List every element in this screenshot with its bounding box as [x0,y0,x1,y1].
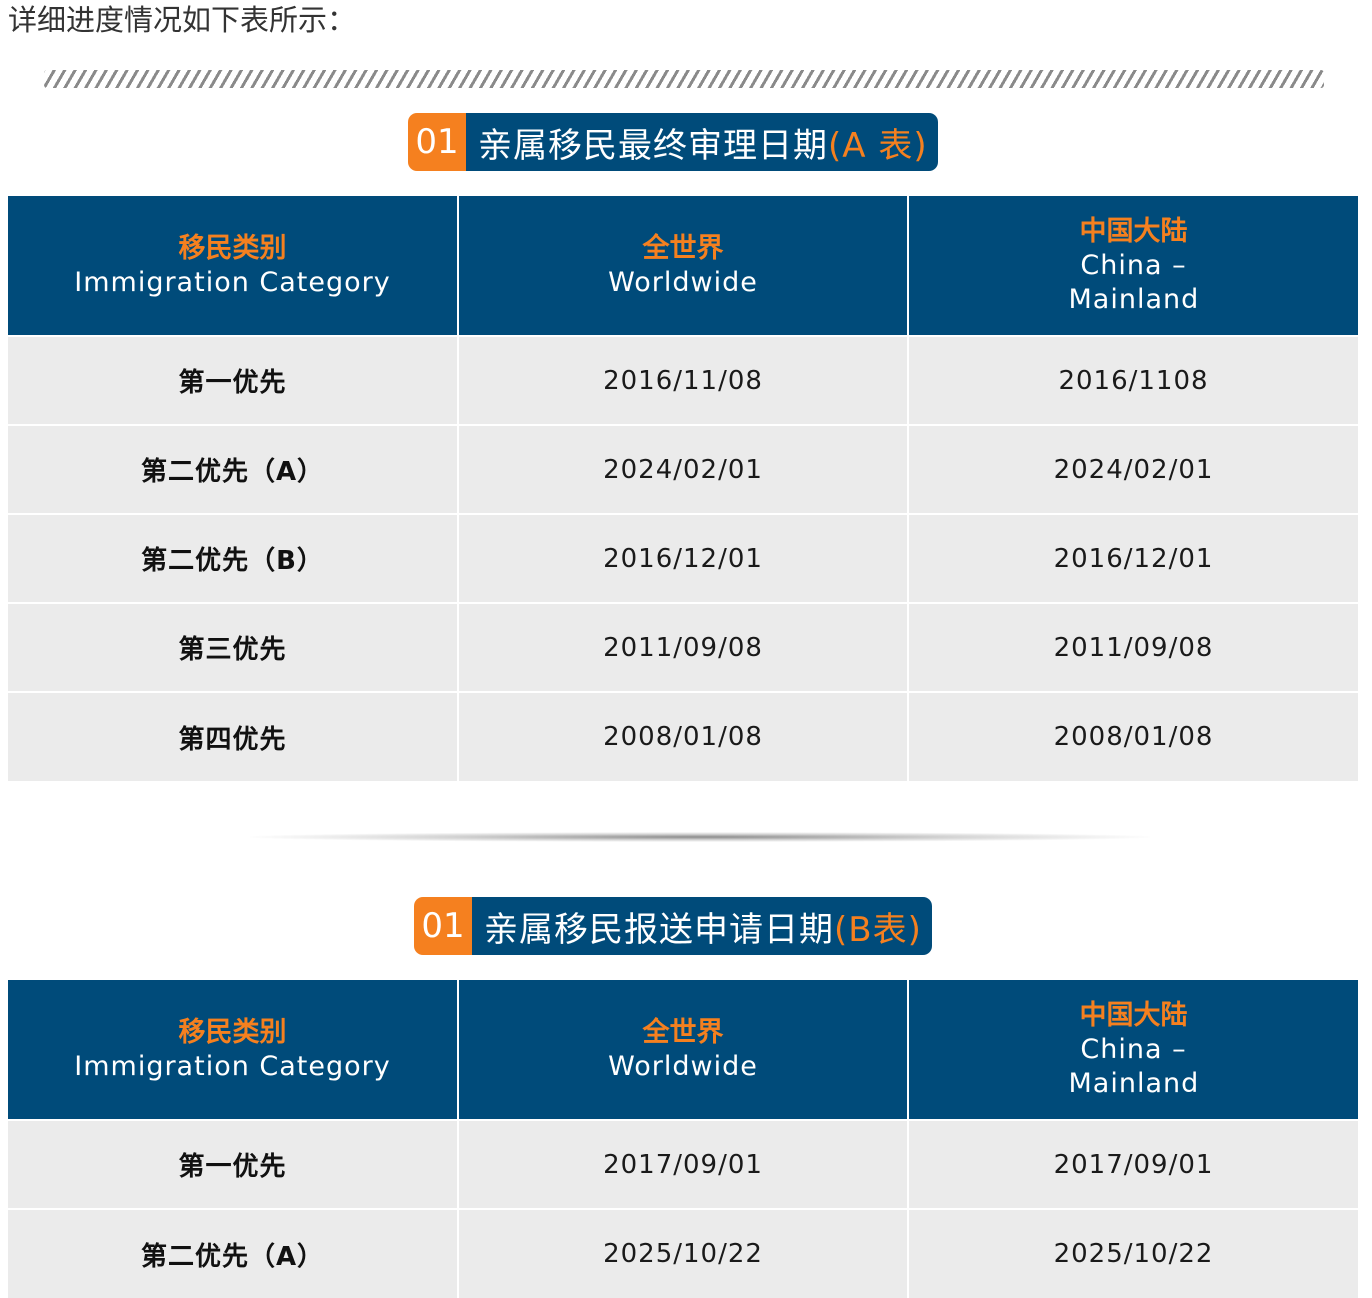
row-worldwide: 2025/10/22 [458,1208,909,1298]
header-category-zh: 移民类别 [178,232,287,264]
header-china-zh: 中国大陆 [1079,999,1188,1031]
section-title-text-b: 亲属移民报送申请日期 [484,909,834,950]
header-category: 移民类别 Immigration Category [8,980,459,1120]
table-row: 第二优先（A） 2025/10/22 2025/10/22 [8,1208,1358,1298]
hatched-divider [44,70,1324,88]
row-china: 2025/10/22 [908,1208,1358,1298]
row-category: 第一优先 [8,1119,459,1209]
header-worldwide: 全世界 Worldwide [458,980,909,1120]
row-category: 第二优先（A） [8,1208,459,1298]
header-china: 中国大陆 China – Mainland [908,196,1358,336]
table-row: 第一优先 2017/09/01 2017/09/01 [8,1119,1358,1209]
header-worldwide-en: Worldwide [608,266,758,298]
row-china: 2016/1108 [908,335,1358,425]
row-category: 第二优先（B） [8,513,459,603]
row-china: 2016/12/01 [908,513,1358,603]
table-b-header-row: 移民类别 Immigration Category 全世界 Worldwide … [8,980,1358,1120]
section-title-a: 01 亲属移民最终审理日期 (A 表) [408,113,938,171]
header-worldwide-en: Worldwide [608,1050,758,1082]
row-category: 第二优先（A） [8,424,459,514]
section-label-b: 亲属移民报送申请日期 (B表) [472,897,932,955]
header-china-en: China – Mainland [1068,249,1200,315]
section-title-text-a: 亲属移民最终审理日期 [478,125,828,166]
row-worldwide: 2016/12/01 [458,513,909,603]
table-row: 第四优先 2008/01/08 2008/01/08 [8,691,1358,781]
row-china: 2008/01/08 [908,691,1358,781]
table-b: 移民类别 Immigration Category 全世界 Worldwide … [8,980,1358,1298]
section-title-b: 01 亲属移民报送申请日期 (B表) [414,897,932,955]
section-number-a: 01 [408,113,466,171]
section-suffix-b: (B表) [834,909,922,950]
table-a: 移民类别 Immigration Category 全世界 Worldwide … [8,196,1358,781]
shadow-divider [250,832,1150,842]
row-china: 2024/02/01 [908,424,1358,514]
header-category-en: Immigration Category [74,266,391,298]
intro-text: 详细进度情况如下表所示： [8,3,357,37]
row-worldwide: 2024/02/01 [458,424,909,514]
table-row: 第三优先 2011/09/08 2011/09/08 [8,602,1358,692]
table-row: 第二优先（A） 2024/02/01 2024/02/01 [8,424,1358,514]
row-worldwide: 2017/09/01 [458,1119,909,1209]
table-a-header-row: 移民类别 Immigration Category 全世界 Worldwide … [8,196,1358,336]
row-worldwide: 2011/09/08 [458,602,909,692]
row-category: 第四优先 [8,691,459,781]
table-row: 第一优先 2016/11/08 2016/1108 [8,335,1358,425]
header-worldwide-zh: 全世界 [642,1016,724,1048]
row-worldwide: 2016/11/08 [458,335,909,425]
row-china: 2011/09/08 [908,602,1358,692]
header-china-zh: 中国大陆 [1079,215,1188,247]
table-row: 第二优先（B） 2016/12/01 2016/12/01 [8,513,1358,603]
row-china: 2017/09/01 [908,1119,1358,1209]
row-category: 第一优先 [8,335,459,425]
section-number-b: 01 [414,897,472,955]
header-category-en: Immigration Category [74,1050,391,1082]
section-suffix-a: (A 表) [828,125,928,166]
header-category: 移民类别 Immigration Category [8,196,459,336]
row-category: 第三优先 [8,602,459,692]
header-china: 中国大陆 China – Mainland [908,980,1358,1120]
row-worldwide: 2008/01/08 [458,691,909,781]
header-worldwide-zh: 全世界 [642,232,724,264]
section-label-a: 亲属移民最终审理日期 (A 表) [466,113,938,171]
header-category-zh: 移民类别 [178,1016,287,1048]
header-china-en: China – Mainland [1068,1033,1200,1099]
header-worldwide: 全世界 Worldwide [458,196,909,336]
